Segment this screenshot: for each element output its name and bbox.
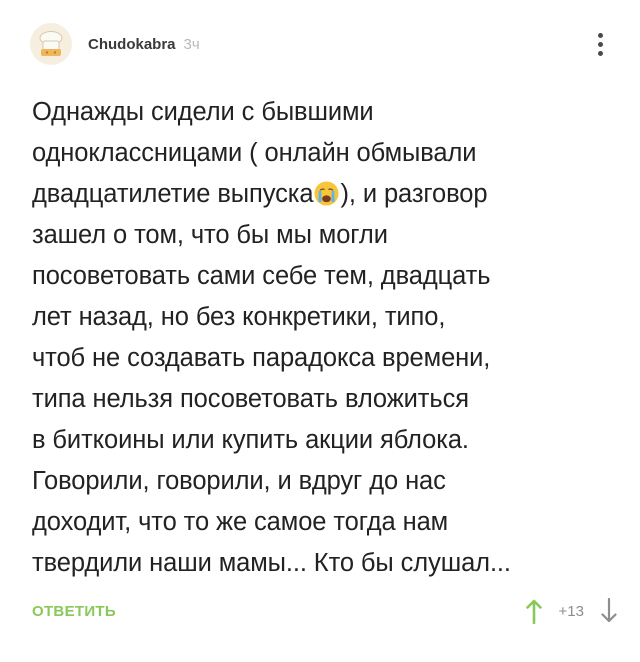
comment-line: доходит, что то же самое тогда нам: [32, 508, 449, 536]
author-name[interactable]: Chudokabra: [88, 36, 176, 53]
comment-line: зашел о том, что бы мы могли: [32, 221, 388, 249]
upvote-button[interactable]: [523, 596, 545, 626]
comment-header: Chudokabra 3ч: [30, 22, 620, 66]
comment-line: посоветовать сами себе тем, двадцать: [32, 262, 491, 290]
comment-line: лет назад, но без конкретики, типо,: [32, 303, 446, 331]
comment-line: Говорили, говорили, и вдруг до нас: [32, 467, 446, 495]
avatar[interactable]: [30, 23, 72, 65]
comment-rating: +13: [558, 602, 584, 620]
comment-line: твердили наши мамы... Кто бы слушал...: [32, 549, 511, 577]
reply-button[interactable]: ОТВЕТИТЬ: [32, 603, 116, 620]
comment-text: Однажды сидели с бывшими одноклассницами…: [32, 92, 617, 584]
comment-line-part: ), и разговор: [340, 180, 488, 208]
comment-line-part: двадцатилетие выпуска: [32, 180, 314, 208]
comment-time: 3ч: [183, 35, 200, 53]
more-options-button[interactable]: [590, 28, 610, 60]
comment-line: чтоб не создавать парадокса времени,: [32, 344, 491, 372]
arrow-up-icon: [525, 599, 542, 624]
comment-line: двадцатилетие выпуска ), и разговор: [32, 174, 617, 215]
crying-face-emoji-icon: [314, 181, 340, 206]
comment-line: в биткоины или купить акции яблока.: [32, 426, 469, 454]
arrow-down-icon: [601, 598, 617, 623]
vote-controls: +13: [523, 596, 620, 626]
comment-line: типа нельзя посоветовать вложиться: [32, 385, 469, 413]
comment-line: одноклассницами ( онлайн обмывали: [32, 139, 477, 167]
comment-footer: ОТВЕТИТЬ +13: [32, 595, 620, 627]
downvote-button[interactable]: [598, 596, 620, 626]
vertical-dots-icon: [597, 32, 603, 38]
comment-line: Однажды сидели с бывшими: [32, 98, 374, 126]
chef-hat-avatar-icon: [39, 31, 63, 56]
